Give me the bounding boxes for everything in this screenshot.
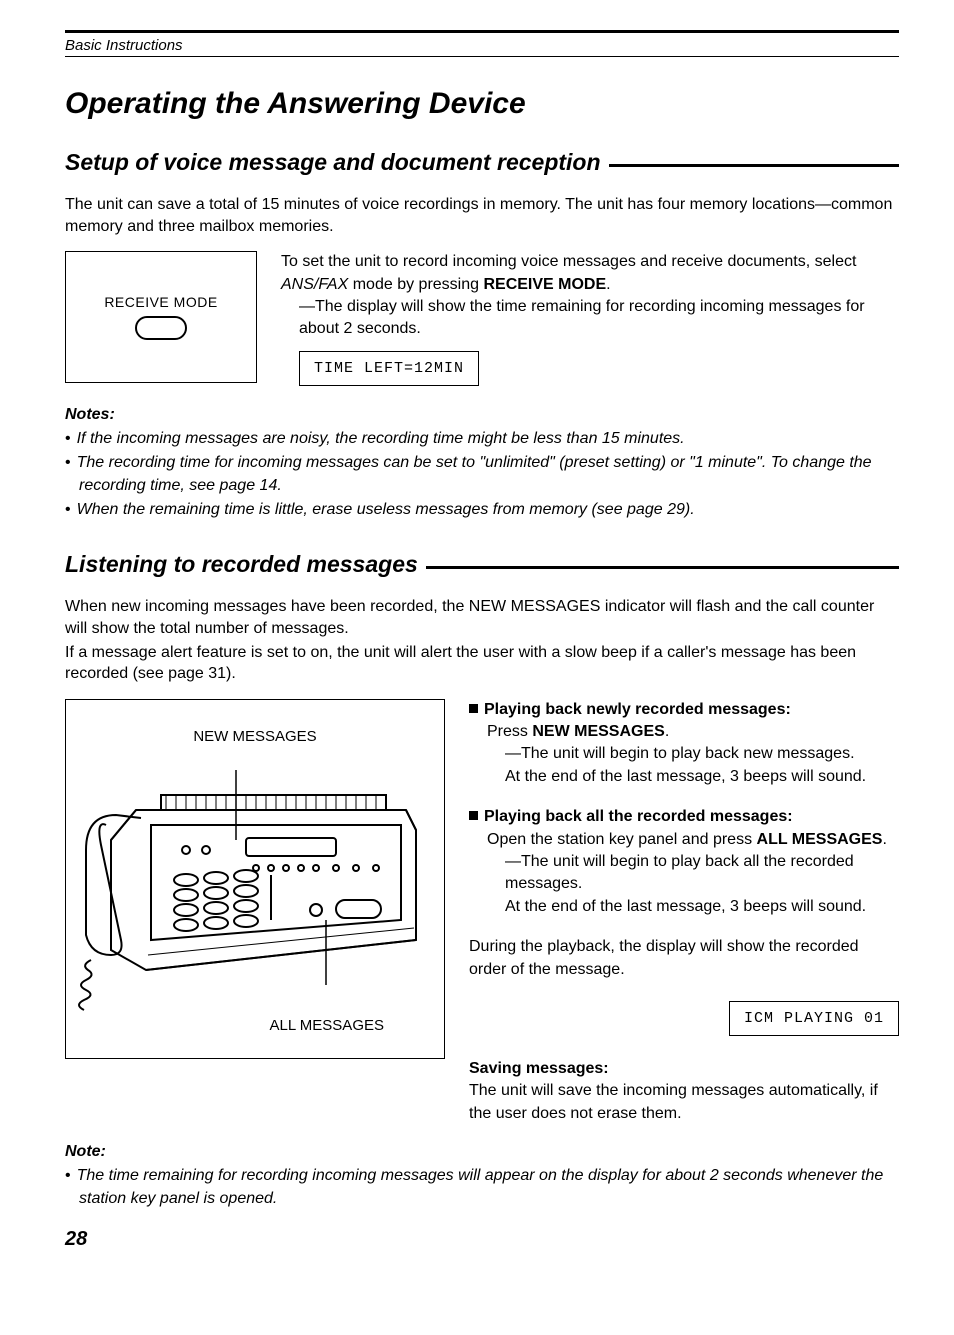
section-heading-listening: Listening to recorded messages	[65, 551, 418, 578]
lcd-display-time-left: TIME LEFT=12MIN	[299, 351, 479, 386]
play-all-block: Playing back all the recorded messages: …	[469, 806, 899, 918]
running-header: Basic Instructions	[65, 37, 899, 57]
section-rule	[609, 164, 899, 167]
page-title: Operating the Answering Device	[65, 87, 899, 121]
setup-instruction-1: To set the unit to record incoming voice…	[281, 251, 899, 296]
note-item: The recording time for incoming messages…	[65, 452, 899, 497]
note-item: When the remaining time is little, erase…	[65, 499, 899, 521]
setup-intro: The unit can save a total of 15 minutes …	[65, 194, 899, 237]
receive-mode-label: RECEIVE MODE	[104, 294, 217, 310]
square-bullet-icon	[469, 704, 478, 713]
setup-instruction-2: —The display will show the time remainin…	[281, 296, 899, 341]
note-item: The time remaining for recording incomin…	[65, 1165, 899, 1210]
section-rule	[426, 566, 899, 569]
page-number: 28	[65, 1228, 899, 1251]
notes-label: Notes:	[65, 406, 899, 424]
listening-intro-1: When new incoming messages have been rec…	[65, 596, 899, 639]
button-oval-icon	[135, 316, 187, 340]
listening-intro-2: If a message alert feature is set to on,…	[65, 642, 899, 685]
all-messages-label: ALL MESSAGES	[270, 1017, 385, 1034]
fax-machine-icon	[76, 770, 436, 1020]
notes-list: If the incoming messages are noisy, the …	[65, 428, 899, 522]
saving-block: Saving messages: The unit will save the …	[469, 1058, 899, 1125]
note-item: If the incoming messages are noisy, the …	[65, 428, 899, 450]
section-heading-setup: Setup of voice message and document rece…	[65, 149, 601, 176]
play-new-block: Playing back newly recorded messages: Pr…	[469, 699, 899, 789]
new-messages-label: NEW MESSAGES	[66, 728, 444, 745]
lcd-display-icm-playing: ICM PLAYING 01	[729, 1001, 899, 1036]
fax-device-illustration: NEW MESSAGES	[65, 699, 445, 1059]
during-playback-text: During the playback, the display will sh…	[469, 936, 899, 981]
note-label: Note:	[65, 1143, 899, 1161]
receive-mode-button-illustration: RECEIVE MODE	[65, 251, 257, 383]
square-bullet-icon	[469, 811, 478, 820]
